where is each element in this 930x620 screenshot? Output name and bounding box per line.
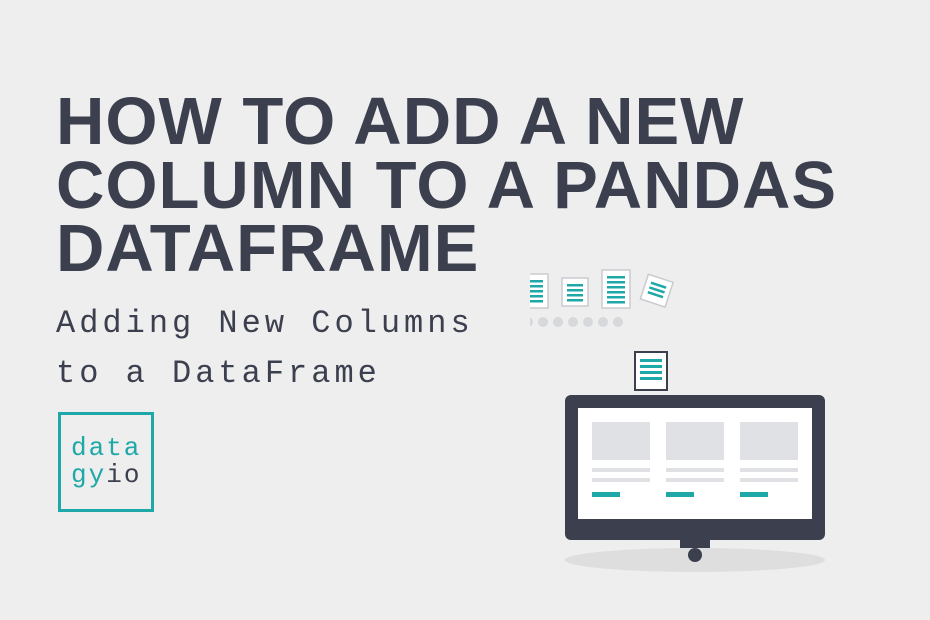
floating-doc-3 [602, 270, 630, 308]
logo-text-data: data [71, 433, 141, 463]
floating-doc-1 [530, 274, 548, 308]
logo-text-io: io [106, 460, 141, 490]
subtitle-line-1: Adding New Columns [56, 305, 474, 342]
computer-illustration [530, 260, 860, 580]
monitor-stand-neck [680, 540, 710, 548]
floating-doc-4 [640, 274, 673, 307]
progress-dots [530, 317, 623, 327]
monitor-stand-base [688, 548, 702, 562]
datagy-logo: data gyio [58, 412, 154, 512]
floating-doc-main [635, 352, 667, 390]
page-title: HOW TO ADD A NEW COLUMN TO A PANDAS DATA… [56, 90, 876, 281]
floating-doc-2 [562, 278, 588, 306]
illustration-svg [530, 260, 860, 580]
logo-text-gy: gy [71, 460, 106, 490]
subtitle-line-2: to a DataFrame [56, 355, 381, 392]
